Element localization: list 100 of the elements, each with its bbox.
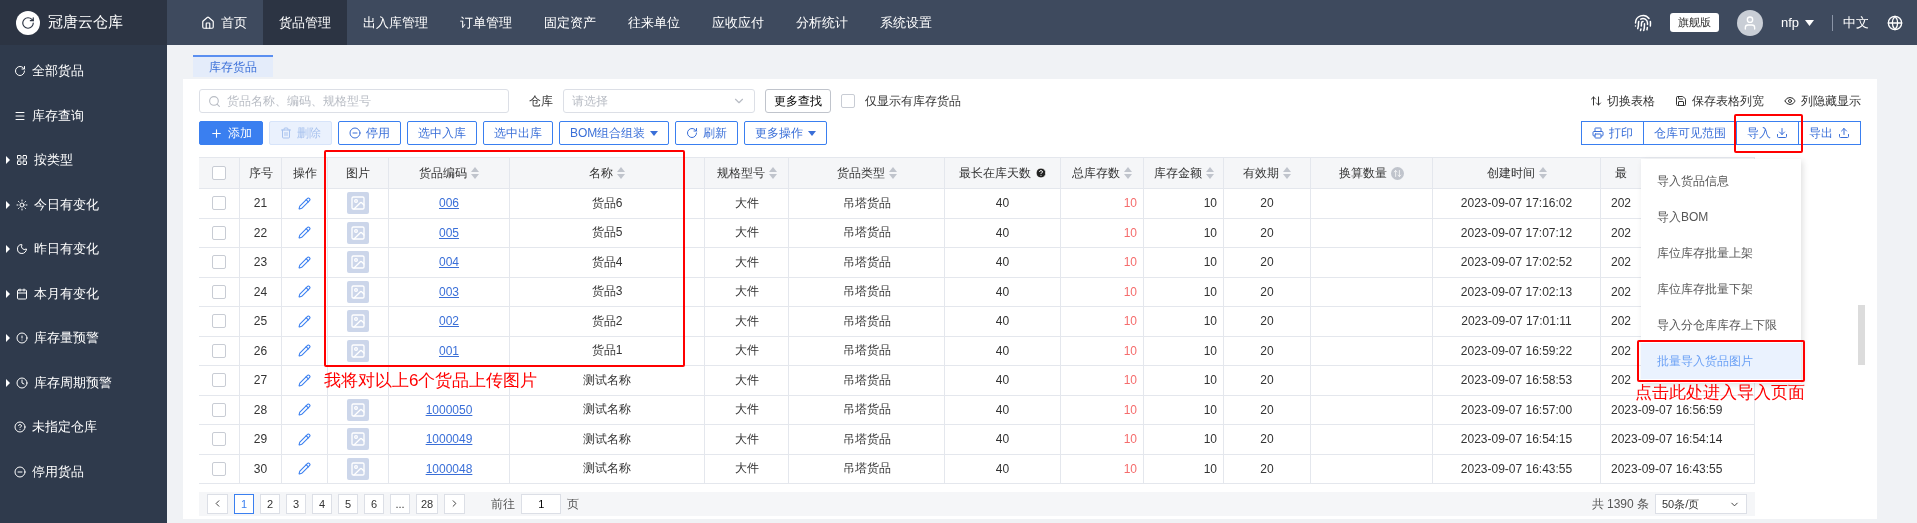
table-cell: 大件 [705,277,789,307]
table-cell: 吊塔货品 [789,248,945,278]
table-cell: 10 [1144,277,1224,307]
table-cell: 货品3 [510,277,705,307]
table-cell: 27 [240,366,282,396]
page-button[interactable]: 6 [364,494,384,514]
page-tab[interactable]: 库存货品 [193,55,273,77]
table-cell: 2023-09-07 17:02:52 [1433,248,1601,278]
nav-tab[interactable]: 往来单位 [612,0,696,45]
action-button[interactable]: BOM组合组装 [559,121,670,145]
warehouse-label: 仓库 [529,92,553,110]
code-link[interactable]: 005 [439,225,459,240]
code-link[interactable]: 002 [439,314,459,329]
menu-item[interactable]: 库位库存批量上架 [1641,235,1801,271]
menu-item[interactable]: 导入货品信息 [1641,163,1801,199]
nav-tab[interactable]: 订单管理 [444,0,528,45]
page-size-select[interactable]: 50条/页 [1655,494,1747,514]
code-link[interactable]: 003 [439,284,459,299]
code-link[interactable]: 1000049 [425,432,473,447]
table-cell: 大件 [705,366,789,396]
nav-tab[interactable]: 固定资产 [528,0,612,45]
page-input[interactable]: 1 [521,494,562,514]
table-cell: 吊塔货品 [789,425,945,455]
annotation-note: 我将对以上6个货品上传图片 [324,370,538,392]
table-cell: 10 [1061,336,1144,366]
menu-item[interactable]: 库位库存批量下架 [1641,271,1801,307]
table-cell: 2023-09-07 16:43:55 [1601,454,1755,484]
language-label[interactable]: 中文 [1843,13,1869,32]
page-button[interactable]: 4 [312,494,332,514]
toolbar-link[interactable]: 列隐藏显示 [1784,92,1861,110]
action-button[interactable]: 添加 [199,121,263,145]
table-cell: 2023-09-07 16:59:22 [1433,336,1601,366]
table-cell: 10 [1144,248,1224,278]
nav-tab[interactable]: 系统设置 [864,0,948,45]
toolbar-button[interactable]: 打印 [1581,121,1644,145]
code-link[interactable]: 004 [439,255,459,270]
nav-tab[interactable]: 首页 [185,0,263,45]
page-button[interactable]: 2 [260,494,280,514]
toolbar-link[interactable]: 切换表格 [1590,92,1655,110]
action-button[interactable]: 刷新 [675,121,739,145]
toolbar-link[interactable]: 保存表格列宽 [1675,92,1764,110]
page-button[interactable]: 3 [286,494,306,514]
page-button[interactable]: 1 [234,494,254,514]
action-button[interactable]: 选中出库 [483,121,553,145]
menu-item[interactable]: 导入分仓库库存上下限 [1641,307,1801,343]
table-cell: 40 [945,366,1061,396]
sidebar-item[interactable]: 昨日有变化 [0,227,167,272]
page-button[interactable]: 5 [338,494,358,514]
table-cell: 20 [1224,454,1311,484]
column-header: 货品类型 [789,158,945,189]
sidebar-item[interactable]: 按类型 [0,138,167,183]
sidebar-item[interactable]: 全部货品 [0,49,167,94]
page-button[interactable]: 28 [416,494,439,514]
table-cell: 40 [945,248,1061,278]
table-cell: 40 [945,395,1061,425]
table-cell: 40 [945,307,1061,337]
table-cell: 21 [240,189,282,219]
table-cell: 大件 [705,336,789,366]
sidebar-item[interactable]: 库存查询 [0,93,167,138]
sidebar-item[interactable]: 今日有变化 [0,182,167,227]
table-cell: 10 [1061,277,1144,307]
sidebar-item[interactable]: 库存量预警 [0,316,167,361]
sidebar-item[interactable]: 本月有变化 [0,271,167,316]
menu-item[interactable]: 导入BOM [1641,199,1801,235]
nav-tab[interactable]: 应收应付 [696,0,780,45]
action-button[interactable]: 选中入库 [407,121,477,145]
table-cell: 大件 [705,307,789,337]
toolbar-button[interactable]: 导入 [1736,121,1799,145]
page-button[interactable]: ... [390,494,410,514]
code-link[interactable]: 1000050 [425,402,473,417]
nav-tab[interactable]: 货品管理 [263,0,347,45]
nav-tab[interactable]: 分析统计 [780,0,864,45]
code-link[interactable]: 006 [439,196,459,211]
column-header: 库存金额 [1144,158,1224,189]
user-name[interactable]: nfp [1780,15,1799,30]
table-cell: 24 [240,277,282,307]
action-button[interactable]: 停用 [338,121,401,145]
table-cell: 2023-09-07 16:54:14 [1601,425,1755,455]
sidebar-item[interactable]: 停用货品 [0,449,167,494]
table-cell: 10 [1144,366,1224,396]
table-cell: 40 [945,189,1061,219]
code-link[interactable]: 1000048 [425,461,473,476]
nav-tab[interactable]: 出入库管理 [347,0,444,45]
toolbar-button[interactable]: 导出 [1798,121,1861,145]
sidebar-item[interactable]: 库存周期预警 [0,360,167,405]
table-cell: 大件 [705,189,789,219]
sidebar-item[interactable]: 未指定仓库 [0,405,167,450]
action-button[interactable]: 更多操作 [744,121,828,145]
table-cell: 2023-09-07 17:07:12 [1433,218,1601,248]
table-cell: 10 [1061,189,1144,219]
table-cell: 10 [1144,425,1224,455]
table-cell: 货品1 [510,336,705,366]
code-link[interactable]: 001 [439,343,459,358]
toolbar-button[interactable]: 仓库可见范围 [1643,121,1737,145]
table-cell: 货品6 [510,189,705,219]
table-cell: 40 [945,425,1061,455]
table-cell: 2023-09-07 16:54:15 [1433,425,1601,455]
column-header: 换算数量 [1311,158,1433,189]
more-search-button[interactable]: 更多查找 [765,89,831,113]
column-header: 总库存数 [1061,158,1144,189]
